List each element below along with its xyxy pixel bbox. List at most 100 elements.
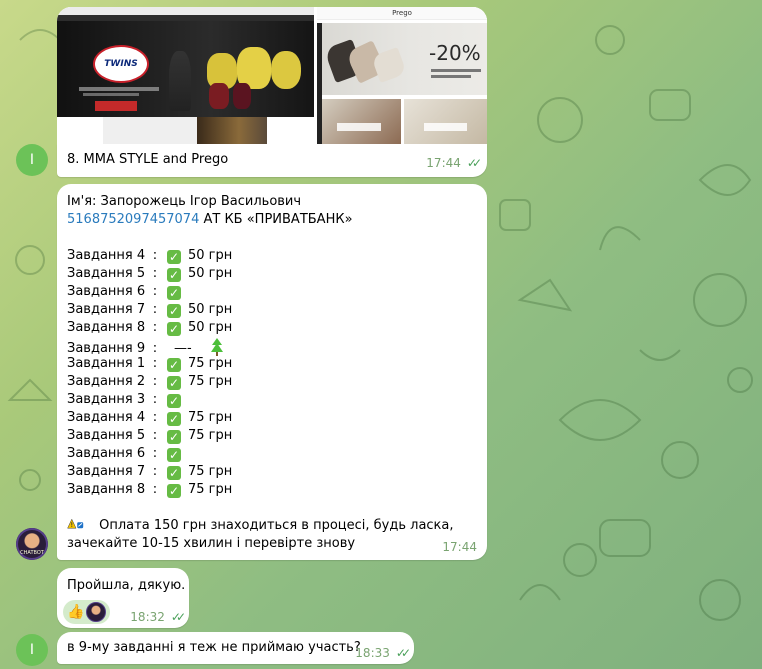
bank-name: АТ КБ «ПРИВАТБАНК» [199,212,353,227]
check-mark-icon: ✓ [167,250,181,264]
task-row: Завдання 5: ✓ 75 грн [67,428,232,444]
double-check-icon: ✓✓ [395,646,411,660]
tree-icon [210,338,223,356]
card-number-link[interactable]: 5168752097457074 [67,212,199,227]
card-line: 5168752097457074 АТ КБ «ПРИВАТБАНК» [67,212,353,227]
task-row: Завдання 4: ✓ 50 грн [67,248,232,264]
message-bubble[interactable]: в 9-му завданні я теж не приймаю участь?… [57,632,414,664]
prego-site-title: Prego [317,7,487,20]
message-time: 17:44 [442,540,477,554]
thumbs-up-icon: 👍 [67,604,85,620]
message-time: 18:32 [130,610,165,624]
task-label: Завдання 4 [67,410,146,425]
sale-percent: -20% [429,41,481,65]
task-colon: : [152,446,158,461]
status-text-line2: зачекайте 10-15 хвилин і перевірте знову [67,536,356,551]
task-row: Завдання 1: ✓ 75 грн [67,356,232,372]
media-thumbnail-mma-style[interactable]: TWINS [57,7,314,145]
check-mark-icon: ✓ [167,268,181,282]
task-row: Завдання 8: ✓ 75 грн [67,482,232,498]
task-row: Завдання 2: ✓ 75 грн [67,374,232,390]
task-row: Завдання 3: ✓ [67,392,188,408]
task-amount: 75 грн [188,428,233,443]
task-colon: : [152,410,158,425]
task-colon: : [152,341,158,356]
double-check-icon: ✓✓ [170,610,186,624]
task-amount: 50 грн [188,266,233,281]
task-label: Завдання 7 [67,464,146,479]
message-bubble[interactable]: Ім'я: Запорожець Ігор Васильович 5168752… [57,184,487,560]
check-mark-icon: ✓ [167,394,181,408]
task-label: Завдання 3 [67,392,146,407]
task-amount: 50 грн [188,320,233,335]
media-thumbnail-prego[interactable]: Prego -20% [317,7,487,145]
sender-avatar[interactable]: I [16,144,48,176]
message-text: Пройшла, дякую. [67,578,186,593]
message-text: 8. MMA STYLE and Prego [67,152,229,167]
task-colon: : [152,374,158,389]
task-row: Завдання 9: —- [67,338,224,356]
name-line: Ім'я: Запорожець Ігор Васильович [67,194,302,209]
task-label: Завдання 5 [67,428,146,443]
double-check-icon: ✓✓ [466,156,482,170]
reaction-chip[interactable]: 👍 [63,600,111,624]
task-colon: : [152,392,158,407]
task-colon: : [152,356,158,371]
see-more-banner-button [95,101,137,111]
warning-icon [67,518,84,529]
reactor-avatar [86,602,107,622]
twins-logo: TWINS [93,45,149,83]
task-row: Завдання 8: ✓ 50 грн [67,320,232,336]
task-colon: : [152,428,158,443]
task-row: Завдання 5: ✓ 50 грн [67,266,232,282]
task-label: Завдання 7 [67,302,146,317]
check-mark-icon: ✓ [167,466,181,480]
check-mark-icon: ✓ [167,304,181,318]
task-amount: —- [174,341,192,356]
task-amount: 50 грн [188,302,233,317]
task-label: Завдання 6 [67,446,146,461]
task-colon: : [152,482,158,497]
message-time: 17:44 [426,156,461,170]
task-colon: : [152,320,158,335]
bot-avatar-caption: CHATBOT [20,550,44,556]
message-text: в 9-му завданні я теж не приймаю участь? [67,640,361,655]
task-colon: : [152,464,158,479]
check-mark-icon: ✓ [167,322,181,336]
message-bubble[interactable]: 8. MMA STYLE and Prego 17:44 ✓✓ [57,144,487,177]
task-colon: : [152,284,158,299]
task-amount: 75 грн [188,410,233,425]
sender-avatar[interactable]: I [16,634,48,666]
avatar-initial: I [29,152,35,168]
task-amount: 50 грн [188,248,233,263]
check-mark-icon: ✓ [167,484,181,498]
task-label: Завдання 9 [67,341,146,356]
message-bubble[interactable]: Пройшла, дякую. 👍 18:32 ✓✓ [57,568,189,628]
task-amount: 75 грн [188,356,233,371]
check-mark-icon: ✓ [167,376,181,390]
prego-hero-banner: -20% [317,23,487,95]
avatar-initial: I [29,642,35,658]
check-mark-icon: ✓ [167,286,181,300]
status-text-line1: Оплата 150 грн знаходиться в процесі, бу… [99,518,454,533]
check-mark-icon: ✓ [167,448,181,462]
task-row: Завдання 4: ✓ 75 грн [67,410,232,426]
task-row: Завдання 7: ✓ 50 грн [67,302,232,318]
bot-avatar[interactable]: CHATBOT [16,528,48,560]
task-label: Завдання 2 [67,374,146,389]
task-label: Завдання 8 [67,482,146,497]
task-colon: : [152,266,158,281]
check-mark-icon: ✓ [167,358,181,372]
task-colon: : [152,302,158,317]
task-row: Завдання 6: ✓ [67,446,188,462]
task-amount: 75 грн [188,374,233,389]
media-album[interactable]: TWINS Prego -20% [57,7,487,145]
task-row: Завдання 6: ✓ [67,284,188,300]
mma-hero-banner: TWINS [57,21,314,117]
task-label: Завдання 5 [67,266,146,281]
task-label: Завдання 4 [67,248,146,263]
task-label: Завдання 1 [67,356,146,371]
task-label: Завдання 6 [67,284,146,299]
task-label: Завдання 8 [67,320,146,335]
task-amount: 75 грн [188,482,233,497]
